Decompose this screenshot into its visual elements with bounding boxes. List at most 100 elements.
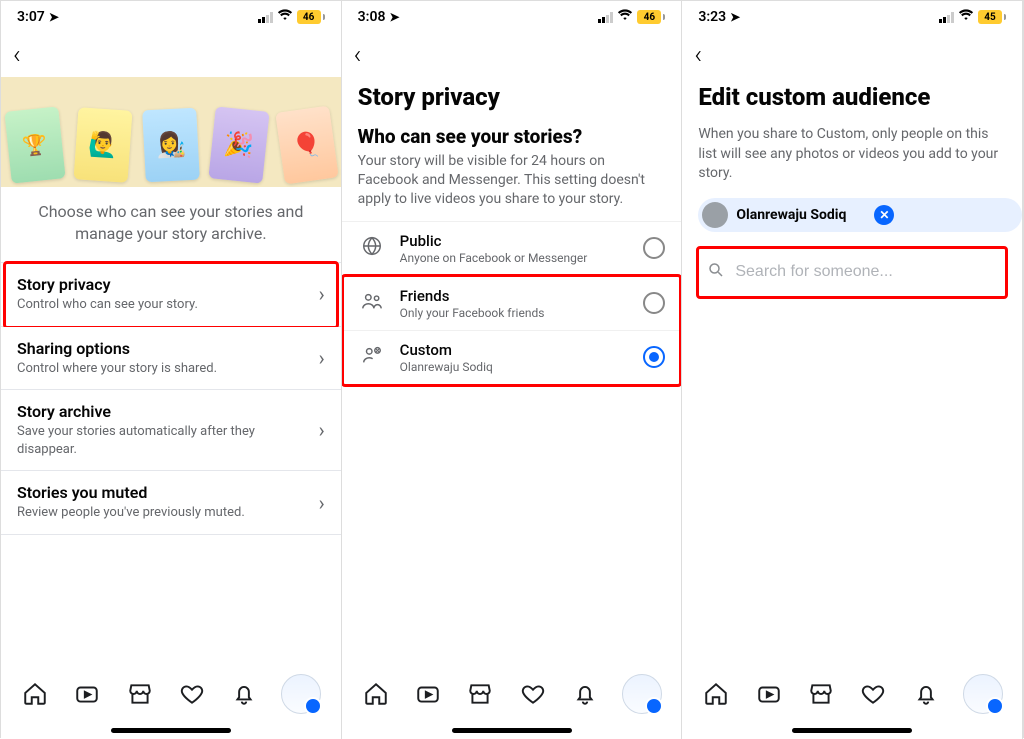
- option-subtitle: Olanrewaju Sodiq: [400, 360, 630, 374]
- chip-remove-button[interactable]: ✕: [874, 205, 894, 225]
- chevron-right-icon: ›: [319, 282, 325, 306]
- chevron-right-icon: ›: [319, 346, 325, 370]
- wifi-icon: [617, 9, 633, 25]
- settings-list: Story privacy Control who can see your s…: [1, 262, 341, 535]
- home-indicator[interactable]: [792, 728, 912, 733]
- radio-indicator: [643, 346, 665, 368]
- selected-person-chip[interactable]: Olanrewaju Sodiq ✕: [698, 198, 1022, 232]
- screen-story-privacy: 3:08 ➤ 46 ‹ Story privacy Who can see yo…: [342, 1, 683, 739]
- row-story-privacy[interactable]: Story privacy Control who can see your s…: [1, 263, 341, 327]
- tab-notifications[interactable]: [570, 679, 600, 709]
- option-subtitle: Anyone on Facebook or Messenger: [400, 251, 630, 265]
- row-sharing-options[interactable]: Sharing options Control where your story…: [1, 327, 341, 391]
- row-title: Stories you muted: [17, 483, 307, 502]
- row-subtitle: Review people you've previously muted.: [17, 504, 307, 522]
- row-title: Sharing options: [17, 339, 307, 358]
- radio-option-public[interactable]: Public Anyone on Facebook or Messenger: [342, 221, 682, 276]
- tab-video[interactable]: [72, 679, 102, 709]
- custom-audience-icon: [358, 344, 386, 371]
- globe-icon: [358, 235, 386, 262]
- page-title: Edit custom audience: [682, 77, 1022, 125]
- tab-home[interactable]: [701, 679, 731, 709]
- avatar: [702, 202, 728, 228]
- row-subtitle: Control who can see your story.: [17, 296, 307, 314]
- tab-dating[interactable]: [177, 679, 207, 709]
- row-story-archive[interactable]: Story archive Save your stories automati…: [1, 390, 341, 471]
- status-bar: 3:23 ➤ 45: [682, 1, 1022, 33]
- status-bar: 3:07 ➤ 46: [1, 1, 341, 33]
- back-button[interactable]: ‹: [694, 42, 702, 68]
- page-description: When you share to Custom, only people on…: [682, 125, 1022, 198]
- audience-radio-group: Public Anyone on Facebook or Messenger F…: [342, 221, 682, 385]
- tab-marketplace[interactable]: [806, 679, 836, 709]
- option-title: Public: [400, 232, 630, 250]
- tab-bar: [1, 671, 341, 717]
- location-arrow-icon: ➤: [389, 10, 399, 24]
- tab-video[interactable]: [754, 679, 784, 709]
- tab-dating[interactable]: [858, 679, 888, 709]
- tab-menu-profile[interactable]: [963, 674, 1003, 714]
- tab-marketplace[interactable]: [125, 679, 155, 709]
- search-input[interactable]: [735, 263, 997, 281]
- row-title: Story archive: [17, 402, 307, 421]
- wifi-icon: [277, 9, 293, 25]
- tab-dating[interactable]: [518, 679, 548, 709]
- back-button[interactable]: ‹: [354, 42, 362, 68]
- status-time: 3:08: [358, 9, 386, 25]
- tab-bar: [682, 671, 1022, 717]
- header-bar: ‹: [1, 33, 341, 77]
- status-bar: 3:08 ➤ 46: [342, 1, 682, 33]
- tab-bar: [342, 671, 682, 717]
- hero-illustration: 🏆 🙋‍♂️ 👩‍🎨 🎉 🎈: [1, 77, 341, 187]
- friends-icon: [358, 290, 386, 317]
- chip-name: Olanrewaju Sodiq: [736, 207, 846, 223]
- highlight-box: Friends Only your Facebook friends Custo…: [342, 276, 682, 385]
- search-icon: [707, 261, 725, 284]
- tab-video[interactable]: [413, 679, 443, 709]
- chevron-right-icon: ›: [319, 491, 325, 515]
- radio-option-friends[interactable]: Friends Only your Facebook friends: [342, 276, 682, 331]
- tab-home[interactable]: [20, 679, 50, 709]
- option-subtitle: Only your Facebook friends: [400, 306, 630, 320]
- row-subtitle: Control where your story is shared.: [17, 360, 307, 378]
- status-time: 3:07: [17, 9, 45, 25]
- search-field[interactable]: [703, 253, 1001, 292]
- chevron-right-icon: ›: [319, 418, 325, 442]
- tab-menu-profile[interactable]: [281, 674, 321, 714]
- header-bar: ‹: [682, 33, 1022, 77]
- battery-icon: 45: [978, 10, 1006, 24]
- tab-notifications[interactable]: [911, 679, 941, 709]
- screen-story-settings: 3:07 ➤ 46 ‹ 🏆 🙋‍♂️ 👩‍🎨 🎉 🎈 Choose who ca…: [1, 1, 342, 739]
- header-bar: ‹: [342, 33, 682, 77]
- battery-icon: 46: [297, 10, 325, 24]
- home-indicator[interactable]: [452, 728, 572, 733]
- cellular-icon: [939, 12, 954, 23]
- hero-caption: Choose who can see your stories and mana…: [1, 187, 341, 262]
- highlight-box: [696, 246, 1008, 299]
- option-title: Custom: [400, 341, 630, 359]
- home-indicator[interactable]: [111, 728, 231, 733]
- location-arrow-icon: ➤: [49, 10, 59, 24]
- radio-indicator: [643, 237, 665, 259]
- page-title: Story privacy: [342, 77, 682, 125]
- row-stories-muted[interactable]: Stories you muted Review people you've p…: [1, 471, 341, 535]
- tab-marketplace[interactable]: [465, 679, 495, 709]
- screen-edit-custom-audience: 3:23 ➤ 45 ‹ Edit custom audience When yo…: [682, 1, 1023, 739]
- option-title: Friends: [400, 287, 630, 305]
- radio-indicator: [643, 292, 665, 314]
- tab-notifications[interactable]: [229, 679, 259, 709]
- tab-home[interactable]: [361, 679, 391, 709]
- back-button[interactable]: ‹: [13, 42, 21, 68]
- row-title: Story privacy: [17, 275, 307, 294]
- section-description: Your story will be visible for 24 hours …: [342, 152, 682, 221]
- section-title: Who can see your stories?: [342, 125, 682, 152]
- cellular-icon: [258, 12, 273, 23]
- tab-menu-profile[interactable]: [622, 674, 662, 714]
- battery-icon: 46: [637, 10, 665, 24]
- radio-option-custom[interactable]: Custom Olanrewaju Sodiq: [342, 331, 682, 385]
- cellular-icon: [598, 12, 613, 23]
- status-time: 3:23: [698, 9, 726, 25]
- row-subtitle: Save your stories automatically after th…: [17, 423, 307, 458]
- location-arrow-icon: ➤: [730, 10, 740, 24]
- wifi-icon: [958, 9, 974, 25]
